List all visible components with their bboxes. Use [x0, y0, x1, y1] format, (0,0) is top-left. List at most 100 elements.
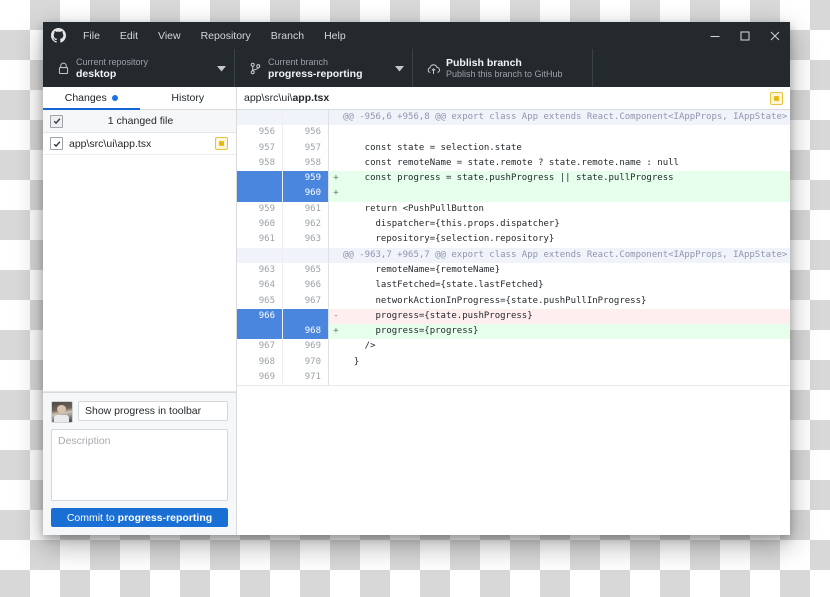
diff-new-line-number: [283, 247, 329, 263]
diff-old-line-number: 967: [237, 339, 283, 355]
tab-changes[interactable]: Changes: [43, 87, 140, 110]
minimize-icon[interactable]: [700, 22, 730, 49]
diff-line-sign: -: [333, 310, 339, 321]
diff-line-code: [343, 186, 790, 201]
diff-line-sign: +: [333, 173, 339, 184]
close-icon[interactable]: [760, 22, 790, 49]
diff-row[interactable]: 966 - progress={state.pushProgress}: [237, 308, 790, 325]
window-controls: [700, 22, 790, 49]
menu-file[interactable]: File: [73, 26, 110, 46]
menu-bar: File Edit View Repository Branch Help: [73, 26, 356, 46]
diff-row[interactable]: 959 + const progress = state.pushProgress…: [237, 171, 790, 187]
sidebar: Changes History 1 changed file app\src\u…: [43, 87, 237, 535]
publish-branch-button[interactable]: Publish branch Publish this branch to Gi…: [413, 49, 593, 87]
diff-row[interactable]: 963 965 remoteName={remoteName}: [237, 262, 790, 279]
diff-line-code: const remoteName = state.remote ? state.…: [343, 157, 679, 168]
maximize-icon[interactable]: [730, 22, 760, 49]
diff-row[interactable]: 964 966 lastFetched={state.lastFetched}: [237, 278, 790, 294]
current-branch-value: progress-reporting: [268, 67, 363, 80]
file-checkbox[interactable]: [50, 137, 63, 150]
file-path-label: app\src\ui\app.tsx: [69, 137, 152, 150]
diff-line-code: progress={state.pushProgress}: [343, 310, 533, 321]
diff-old-line-number: 966: [237, 308, 283, 325]
diff-new-line-number: 971: [283, 370, 329, 386]
diff-line-sign: [329, 217, 343, 232]
cloud-upload-icon: [423, 62, 443, 75]
diff-new-line-number: 966: [283, 278, 329, 294]
tab-changes-label: Changes: [64, 92, 107, 104]
diff-row[interactable]: 967 969 />: [237, 339, 790, 355]
diff-new-line-number: [283, 110, 329, 126]
diff-row[interactable]: 956 956: [237, 125, 790, 141]
current-repository-button[interactable]: Current repository desktop: [43, 49, 235, 87]
commit-form: Show progress in toolbar Description Com…: [43, 392, 236, 535]
diff-row[interactable]: @@ -956,6 +956,8 @@ export class App ext…: [237, 110, 790, 126]
diff-old-line-number: [237, 110, 283, 126]
commit-description-input[interactable]: Description: [51, 429, 228, 501]
diff-new-line-number: [283, 308, 329, 325]
diff-line-sign: [329, 248, 343, 263]
title-bar: File Edit View Repository Branch Help: [43, 22, 790, 49]
select-all-row[interactable]: 1 changed file: [43, 110, 236, 133]
diff-row[interactable]: 960 962 dispatcher={this.props.dispatcher…: [237, 217, 790, 233]
diff-old-line-number: 956: [237, 125, 283, 141]
diff-line-code: lastFetched={state.lastFetched}: [343, 280, 544, 291]
file-list-empty-area: [43, 155, 236, 392]
diff-old-line-number: 964: [237, 278, 283, 294]
diff-line-sign: +: [333, 188, 339, 199]
diff-line-sign: [329, 202, 343, 217]
chevron-down-icon: [203, 59, 226, 77]
diff-file-dir: app\src\ui\: [244, 92, 293, 104]
diff-row[interactable]: 957 957 const state = selection.state: [237, 140, 790, 156]
diff-content[interactable]: @@ -956,6 +956,8 @@ export class App ext…: [237, 110, 790, 535]
diff-new-line-number: 958: [283, 155, 329, 172]
diff-file-name: app.tsx: [292, 92, 330, 104]
diff-line-code: @@ -956,6 +956,8 @@ export class App ext…: [343, 112, 790, 122]
diff-row[interactable]: 968 + progress={progress}: [237, 324, 790, 340]
diff-row[interactable]: 958 958 const remoteName = state.remote ?…: [237, 155, 790, 172]
commit-summary-input[interactable]: Show progress in toolbar: [78, 401, 228, 421]
diff-line-sign: [329, 263, 343, 278]
diff-old-line-number: 968: [237, 354, 283, 371]
commit-summary-row: Show progress in toolbar: [51, 401, 228, 423]
list-item[interactable]: app\src\ui\app.tsx: [43, 133, 236, 155]
diff-row[interactable]: @@ -963,7 +965,7 @@ export class App ext…: [237, 247, 790, 263]
diff-line-sign: [329, 232, 343, 247]
commit-button-prefix: Commit to: [66, 511, 115, 524]
commit-button-branch: progress-reporting: [117, 511, 213, 524]
current-repository-label: Current repository: [76, 56, 149, 67]
current-branch-button[interactable]: Current branch progress-reporting: [235, 49, 413, 87]
diff-row[interactable]: 959 961 return <PushPullButton: [237, 201, 790, 218]
select-all-checkbox[interactable]: [50, 114, 63, 128]
diff-old-line-number: [237, 247, 283, 263]
menu-branch[interactable]: Branch: [261, 26, 314, 46]
avatar: [51, 401, 73, 423]
diff-line-code: remoteName={remoteName}: [343, 264, 501, 275]
current-branch-label: Current branch: [268, 56, 329, 67]
diff-old-line-number: 958: [237, 155, 283, 172]
menu-repository[interactable]: Repository: [191, 26, 261, 46]
menu-help[interactable]: Help: [314, 26, 356, 46]
diff-row[interactable]: 969 971: [237, 370, 790, 386]
diff-row[interactable]: 968 970 }: [237, 354, 790, 371]
diff-line-code: dispatcher={this.props.dispatcher}: [343, 219, 560, 230]
diff-new-line-number: 970: [283, 354, 329, 371]
diff-new-line-number: 963: [283, 232, 329, 248]
diff-line-code: return <PushPullButton: [343, 203, 484, 214]
diff-row[interactable]: 960 +: [237, 186, 790, 202]
diff-old-line-number: 961: [237, 232, 283, 248]
menu-edit[interactable]: Edit: [110, 26, 148, 46]
tab-history[interactable]: History: [140, 87, 237, 109]
modified-status-icon: [215, 137, 228, 150]
diff-line-sign: [329, 278, 343, 293]
diff-old-line-number: 965: [237, 293, 283, 309]
menu-view[interactable]: View: [148, 26, 191, 46]
changed-files-summary: 1 changed file: [107, 115, 174, 127]
diff-line-code: const progress = state.pushProgress || s…: [343, 173, 674, 184]
diff-row[interactable]: 961 963 repository={selection.repository}: [237, 232, 790, 248]
commit-button[interactable]: Commit to progress-reporting: [51, 508, 228, 527]
diff-row[interactable]: 965 967 networkActionInProgress={state.pu…: [237, 293, 790, 309]
diff-new-line-number: 969: [283, 339, 329, 355]
diff-line-sign: [329, 141, 343, 156]
diff-line-sign: [329, 156, 343, 171]
